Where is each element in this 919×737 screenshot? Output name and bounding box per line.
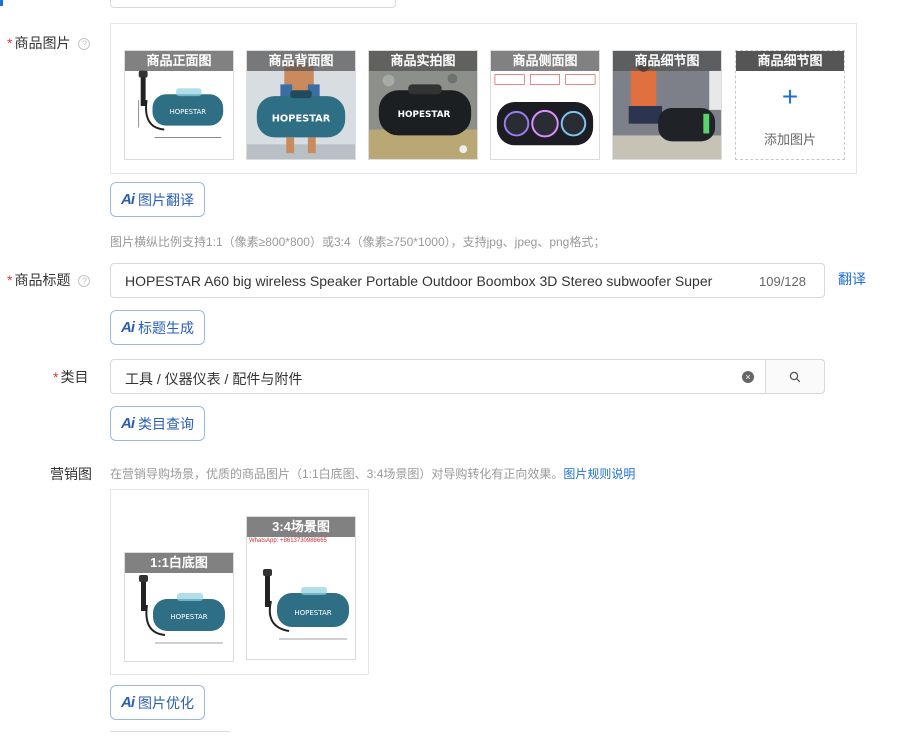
svg-text:HOPESTAR: HOPESTAR xyxy=(272,114,331,125)
ai-icon: Ai xyxy=(121,415,135,432)
image-thumb-real[interactable]: 商品实拍图 HOPESTAR xyxy=(368,50,478,160)
category-label-text: 类目 xyxy=(60,369,89,385)
ai-icon: Ai xyxy=(121,694,135,711)
title-input-value: HOPESTAR A60 big wireless Speaker Portab… xyxy=(125,273,713,289)
thumb-caption: 商品背面图 xyxy=(247,51,355,71)
svg-text:HOPESTAR: HOPESTAR xyxy=(294,609,331,617)
svg-text:HOPESTAR: HOPESTAR xyxy=(398,110,451,120)
marketing-thumb-scene[interactable]: 3:4场景图 WhatsApp: +8613730988665 HOPESTAR xyxy=(246,516,356,660)
marketing-thumb-white-bg[interactable]: 1:1白底图 HOPESTAR xyxy=(124,552,234,662)
help-icon[interactable]: ? xyxy=(78,38,91,50)
clear-icon[interactable]: × xyxy=(742,371,754,383)
thumb-caption: 商品侧面图 xyxy=(491,51,599,71)
thumb-caption: 商品正面图 xyxy=(125,51,233,71)
image-rules-link[interactable]: 图片规则说明 xyxy=(563,467,635,481)
marketing-hint-text: 在营销导购场景，优质的商品图片（1:1白底图、3:4场景图）对导购转化有正向效果… xyxy=(110,467,564,481)
ai-icon: Ai xyxy=(121,191,135,208)
previous-field-input[interactable] xyxy=(110,0,396,8)
images-label-text: 商品图片 xyxy=(14,35,71,51)
required-mark: * xyxy=(53,369,59,385)
category-query-button[interactable]: Ai 类目查询 xyxy=(110,406,205,441)
add-image-slot[interactable]: 商品细节图 + 添加图片 xyxy=(735,50,845,160)
title-generate-button[interactable]: Ai 标题生成 xyxy=(110,310,205,345)
category-input[interactable]: 工具 / 仪器仪表 / 配件与附件 × xyxy=(110,359,766,394)
image-translate-button[interactable]: Ai 图片翻译 xyxy=(110,182,205,217)
add-slot-caption: 商品细节图 xyxy=(736,51,844,71)
plus-icon: + xyxy=(781,81,799,112)
image-optimize-button[interactable]: Ai 图片优化 xyxy=(110,685,205,720)
marketing-label: 营销图 xyxy=(50,466,92,482)
ai-icon: Ai xyxy=(121,319,135,336)
thumb-caption: 商品细节图 xyxy=(613,51,721,71)
image-thumb-detail[interactable]: 商品细节图 xyxy=(612,50,722,160)
title-label: * 商品标题? xyxy=(7,270,91,290)
section-accent xyxy=(0,0,3,6)
thumb-caption: 1:1白底图 xyxy=(125,553,233,573)
title-label-text: 商品标题 xyxy=(14,272,71,288)
button-label: 图片优化 xyxy=(138,694,194,711)
product-form: * 商品图片? 商品正面图 HOPESTAR 商品背面图 HOPESTAR 商品… xyxy=(0,0,919,737)
thumb-caption: 商品实拍图 xyxy=(369,51,477,71)
svg-text:HOPESTAR: HOPESTAR xyxy=(170,108,207,116)
next-field-edge xyxy=(110,731,230,737)
thumb-caption: 3:4场景图 xyxy=(247,517,355,537)
category-label: * 类目 xyxy=(53,367,88,387)
category-search-button[interactable] xyxy=(765,359,825,394)
translate-link[interactable]: 翻译 xyxy=(838,269,866,289)
image-format-hint: 图片横纵比例支持1:1（像素≥800*800）或3:4（像素≥750*1000）… xyxy=(110,235,606,249)
button-label: 类目查询 xyxy=(138,415,194,432)
image-thumb-back[interactable]: 商品背面图 HOPESTAR xyxy=(246,50,356,160)
button-label: 图片翻译 xyxy=(138,191,194,208)
required-mark: * xyxy=(7,272,13,288)
button-label: 标题生成 xyxy=(138,319,194,336)
required-mark: * xyxy=(7,35,13,51)
title-char-counter: 109/128 xyxy=(759,274,806,289)
add-image-text: 添加图片 xyxy=(763,132,816,147)
whatsapp-watermark: WhatsApp: +8613730988665 xyxy=(249,538,327,544)
marketing-images-panel: 1:1白底图 HOPESTAR 3:4场景图 WhatsApp: +861373… xyxy=(110,489,369,675)
search-icon xyxy=(789,371,801,382)
image-thumb-side[interactable]: 商品侧面图 xyxy=(490,50,600,160)
help-icon[interactable]: ? xyxy=(78,275,91,287)
svg-text:HOPESTAR: HOPESTAR xyxy=(170,613,207,621)
product-images-panel: 商品正面图 HOPESTAR 商品背面图 HOPESTAR 商品实拍图 HOPE… xyxy=(110,23,857,174)
category-input-value: 工具 / 仪器仪表 / 配件与附件 xyxy=(125,371,303,387)
marketing-hint: 在营销导购场景，优质的商品图片（1:1白底图、3:4场景图）对导购转化有正向效果… xyxy=(110,465,635,482)
images-label: * 商品图片? xyxy=(7,33,91,53)
image-thumb-front[interactable]: 商品正面图 HOPESTAR xyxy=(124,50,234,160)
title-input[interactable]: HOPESTAR A60 big wireless Speaker Portab… xyxy=(110,263,825,298)
